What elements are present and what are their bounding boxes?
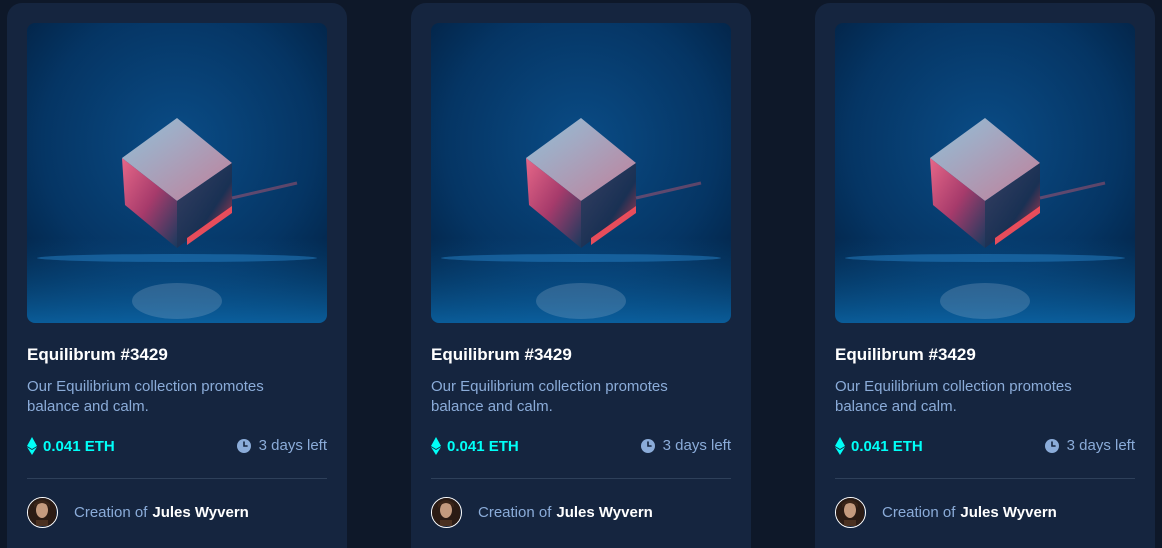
creator-name[interactable]: Jules Wyvern bbox=[556, 504, 652, 521]
creator-name[interactable]: Jules Wyvern bbox=[152, 504, 248, 521]
time-info: 3 days left bbox=[640, 437, 731, 454]
time-info: 3 days left bbox=[1044, 437, 1135, 454]
creator-info: Creation of Jules Wyvern bbox=[835, 497, 1057, 528]
time-left: 3 days left bbox=[258, 437, 327, 454]
clock-icon bbox=[640, 438, 655, 453]
price-info: 0.041 ETH bbox=[27, 437, 115, 455]
nft-card: Equilibrum #3429 Our Equilibrium collect… bbox=[815, 3, 1155, 548]
avatar-image bbox=[836, 498, 864, 527]
card-grid: Equilibrum #3429 Our Equilibrium collect… bbox=[0, 0, 1162, 548]
nft-image[interactable] bbox=[431, 23, 731, 323]
price-info: 0.041 ETH bbox=[431, 437, 519, 455]
creator-info: Creation of Jules Wyvern bbox=[27, 497, 249, 528]
creator-name[interactable]: Jules Wyvern bbox=[960, 504, 1056, 521]
crystal-cube-artwork bbox=[27, 23, 327, 323]
creation-prefix: Creation of bbox=[478, 504, 552, 521]
nft-description: Our Equilibrium collection promotes bala… bbox=[835, 378, 1072, 415]
price-info: 0.041 ETH bbox=[835, 437, 923, 455]
clock-icon bbox=[1044, 438, 1059, 453]
avatar[interactable] bbox=[835, 497, 866, 528]
nft-description: Our Equilibrium collection promotes bala… bbox=[431, 378, 668, 415]
nft-image[interactable] bbox=[835, 23, 1135, 323]
ethereum-icon bbox=[27, 437, 37, 455]
nft-title[interactable]: Equilibrum #3429 bbox=[835, 345, 976, 365]
creation-prefix: Creation of bbox=[74, 504, 148, 521]
creator-info: Creation of Jules Wyvern bbox=[431, 497, 653, 528]
divider bbox=[431, 478, 731, 479]
nft-card: Equilibrum #3429 Our Equilibrium collect… bbox=[411, 3, 751, 548]
nft-image[interactable] bbox=[27, 23, 327, 323]
avatar-image bbox=[432, 498, 460, 527]
divider bbox=[835, 478, 1135, 479]
price-value: 0.041 ETH bbox=[43, 437, 115, 455]
creation-prefix: Creation of bbox=[882, 504, 956, 521]
clock-icon bbox=[236, 438, 251, 453]
time-info: 3 days left bbox=[236, 437, 327, 454]
divider bbox=[27, 478, 327, 479]
ethereum-icon bbox=[431, 437, 441, 455]
crystal-cube-artwork bbox=[835, 23, 1135, 323]
price-value: 0.041 ETH bbox=[851, 437, 923, 455]
price-value: 0.041 ETH bbox=[447, 437, 519, 455]
ethereum-icon bbox=[835, 437, 845, 455]
nft-card: Equilibrum #3429 Our Equilibrium collect… bbox=[7, 3, 347, 548]
avatar[interactable] bbox=[27, 497, 58, 528]
nft-title[interactable]: Equilibrum #3429 bbox=[27, 345, 168, 365]
avatar-image bbox=[28, 498, 56, 527]
avatar[interactable] bbox=[431, 497, 462, 528]
time-left: 3 days left bbox=[1066, 437, 1135, 454]
nft-title[interactable]: Equilibrum #3429 bbox=[431, 345, 572, 365]
crystal-cube-artwork bbox=[431, 23, 731, 323]
nft-description: Our Equilibrium collection promotes bala… bbox=[27, 378, 264, 415]
time-left: 3 days left bbox=[662, 437, 731, 454]
